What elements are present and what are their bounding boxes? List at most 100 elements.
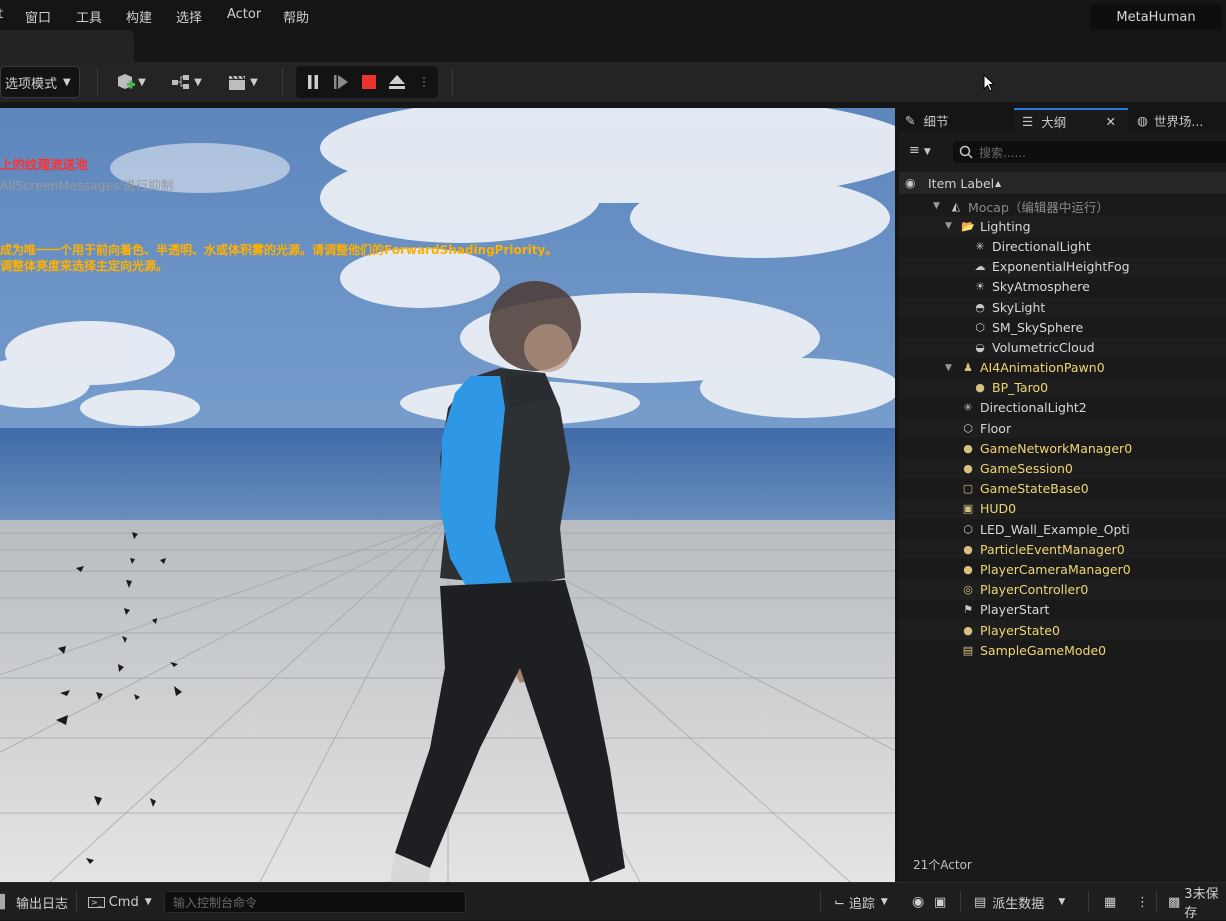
menu-item-build[interactable]: 构建 [126, 7, 152, 26]
outliner-row[interactable]: ▤ SampleGameMode0 [899, 640, 1226, 660]
outliner-row[interactable]: ⚑ PlayerStart [899, 600, 1226, 620]
menu-item-partial[interactable]: t [0, 7, 3, 22]
eject-icon [389, 75, 405, 89]
outliner-item-label: Lighting [980, 218, 1031, 234]
outliner-row[interactable]: ⬡ SM_SkySphere [899, 317, 1226, 337]
outliner-row[interactable]: ● GameSession0 [899, 458, 1226, 479]
level-document-tab[interactable] [0, 30, 134, 62]
more-options-icon[interactable]: ⋮ [414, 66, 434, 98]
outliner-item-label: Mocap（编辑器中运行） [968, 199, 1109, 215]
menu-item-select[interactable]: 选择 [176, 7, 202, 26]
menu-item-help[interactable]: 帮助 [283, 7, 309, 26]
menu-item-tools[interactable]: 工具 [76, 7, 102, 26]
main-toolbar: 选项模式 ▼ ▼ ▼ ▼ ⋮ [0, 62, 1226, 102]
mouse-cursor-icon [983, 74, 996, 92]
pause-button[interactable] [300, 66, 326, 98]
tab-details-label: 细节 [923, 113, 949, 129]
outliner-tree: ▼ ◭ Mocap（编辑器中运行） ▼ 📂 Lighting ✳ DirectionalLig… [899, 196, 1226, 660]
record-icon[interactable]: ◉ [912, 883, 924, 921]
outliner-row[interactable]: ▼ ◭ Mocap（编辑器中运行） [899, 196, 1226, 216]
sun-icon: ✳ [963, 401, 973, 415]
outliner-item-label: GameStateBase0 [980, 481, 1089, 497]
actor-icon: ● [963, 562, 973, 576]
flag-icon: ⚑ [963, 603, 973, 617]
expand-arrow-icon[interactable]: ▼ [933, 201, 940, 211]
cmd-dropdown[interactable]: >_ Cmd ▼ [88, 883, 152, 921]
outliner-row[interactable]: ✳ DirectionalLight [899, 236, 1226, 256]
outliner-row[interactable]: ◎ PlayerController0 [899, 579, 1226, 600]
selection-mode-dropdown[interactable]: 选项模式 ▼ [0, 66, 80, 98]
cmd-label: Cmd [108, 894, 139, 910]
sort-ascending-icon: ▲ [995, 178, 1002, 188]
toolbar-divider [97, 68, 98, 96]
outliner-row[interactable]: ● ParticleEventManager0 [899, 539, 1226, 560]
gamemode-icon: ▤ [962, 643, 974, 657]
tab-world-settings[interactable]: ◍ 世界场... [1131, 108, 1226, 132]
frame-skip-button[interactable] [328, 66, 354, 98]
tab-outliner[interactable]: ☰ 大纲 ✕ [1014, 108, 1128, 132]
search-input[interactable]: 搜索...... [953, 141, 1226, 163]
level-viewport[interactable]: 上的纹理流送池 AllScreenMessages'进行抑制 成为唯一一个用于前… [0, 108, 895, 882]
trace-dropdown[interactable]: ⌙ 追踪 ▼ [834, 883, 888, 921]
status-divider [76, 891, 77, 913]
outliner-row[interactable]: ● PlayerState0 [899, 619, 1226, 641]
outliner-item-label: ExponentialHeightFog [992, 259, 1130, 275]
outliner-row[interactable]: ● PlayerCameraManager0 [899, 559, 1226, 579]
project-name-badge: MetaHuman [1090, 4, 1222, 30]
tab-outliner-label: 大纲 [1041, 114, 1067, 130]
outliner-row[interactable]: ☀ SkyAtmosphere [899, 277, 1226, 297]
globe-icon: ◍ [1137, 112, 1148, 128]
outliner-column-header[interactable]: ◉ Item Label ▲ [899, 172, 1226, 194]
outliner-item-label: GameSession0 [980, 461, 1073, 477]
outliner-row[interactable]: ▼ ♟ AI4AnimationPawn0 [899, 358, 1226, 378]
expand-arrow-icon[interactable]: ▼ [945, 221, 952, 231]
outliner-row[interactable]: ⬡ LED_Wall_Example_Opti [899, 519, 1226, 539]
outliner-row[interactable]: ☁ ExponentialHeightFog [899, 256, 1226, 277]
outliner-item-label: SampleGameMode0 [980, 642, 1107, 658]
outliner-row[interactable]: ◒ VolumetricCloud [899, 337, 1226, 358]
outliner-row[interactable]: ⬡ Floor [899, 418, 1226, 439]
menu-item-window[interactable]: 窗口 [25, 7, 51, 26]
stop-button[interactable] [356, 66, 382, 98]
output-log-button[interactable]: ▌ 输出日志 [0, 883, 68, 921]
outliner-row[interactable]: ◓ SkyLight [899, 296, 1226, 318]
outliner-item-label: PlayerState0 [980, 622, 1060, 638]
tab-details[interactable]: ✎ 细节 [899, 108, 1011, 132]
cinematics-button[interactable]: ▼ [220, 66, 264, 98]
add-actor-button[interactable]: ▼ [108, 66, 152, 98]
menu-item-actor[interactable]: Actor [227, 7, 261, 22]
expand-arrow-icon[interactable]: ▼ [945, 363, 952, 373]
outliner-row[interactable]: ▣ HUD0 [899, 498, 1226, 519]
outliner-item-label: PlayerController0 [980, 582, 1089, 598]
actor-icon: ● [963, 462, 973, 476]
actor-icon: ● [963, 441, 973, 455]
outliner-row[interactable]: ▢ GameStateBase0 [899, 479, 1226, 499]
filter-row: ≡ ▼ 搜索...... [899, 138, 1226, 166]
toolbar-divider [452, 68, 453, 96]
blueprint-button[interactable]: ▼ [164, 66, 208, 98]
level-icon: ◭ [951, 199, 961, 213]
outliner-row[interactable]: ✳ DirectionalLight2 [899, 398, 1226, 418]
menu-bar: t 窗口 工具 构建 选择 Actor 帮助 MetaHuman [0, 0, 1226, 30]
filter-dropdown[interactable]: ≡ ▼ [909, 143, 931, 158]
atmosphere-icon: ☀ [975, 280, 985, 294]
panel-tab-bar: ✎ 细节 ☰ 大纲 ✕ ◍ 世界场... [899, 108, 1226, 132]
unsaved-button[interactable]: ▩ 3未保存 [1168, 883, 1226, 921]
screenshot-icon[interactable]: ▣ [934, 883, 946, 921]
close-tab-icon[interactable]: ✕ [1106, 114, 1116, 129]
derived-data-dropdown[interactable]: ▤ 派生数据 ▼ [974, 883, 1065, 921]
outliner-row[interactable]: ● BP_Taro0 [899, 377, 1226, 398]
outliner-row[interactable]: ▼ 📂 Lighting [899, 216, 1226, 237]
chevron-down-icon: ▼ [63, 76, 71, 88]
column-header-item-label: Item Label [928, 175, 995, 191]
console-command-input[interactable]: 输入控制台命令 [164, 891, 466, 913]
eject-button[interactable] [384, 66, 410, 98]
status-bar: ▌ 输出日志 >_ Cmd ▼ 输入控制台命令 ⌙ 追踪 ▼ ◉ ▣ ▤ 派生数… [0, 882, 1226, 921]
chevron-down-icon: ▼ [194, 76, 202, 88]
outliner-row[interactable]: ● GameNetworkManager0 [899, 438, 1226, 458]
eye-icon[interactable]: ◉ [905, 176, 915, 190]
source-control-icon[interactable]: ▦ [1104, 883, 1116, 921]
more-options-icon[interactable]: ⋮ [1136, 883, 1149, 921]
chevron-down-icon: ▼ [144, 897, 152, 907]
status-divider [820, 891, 821, 913]
